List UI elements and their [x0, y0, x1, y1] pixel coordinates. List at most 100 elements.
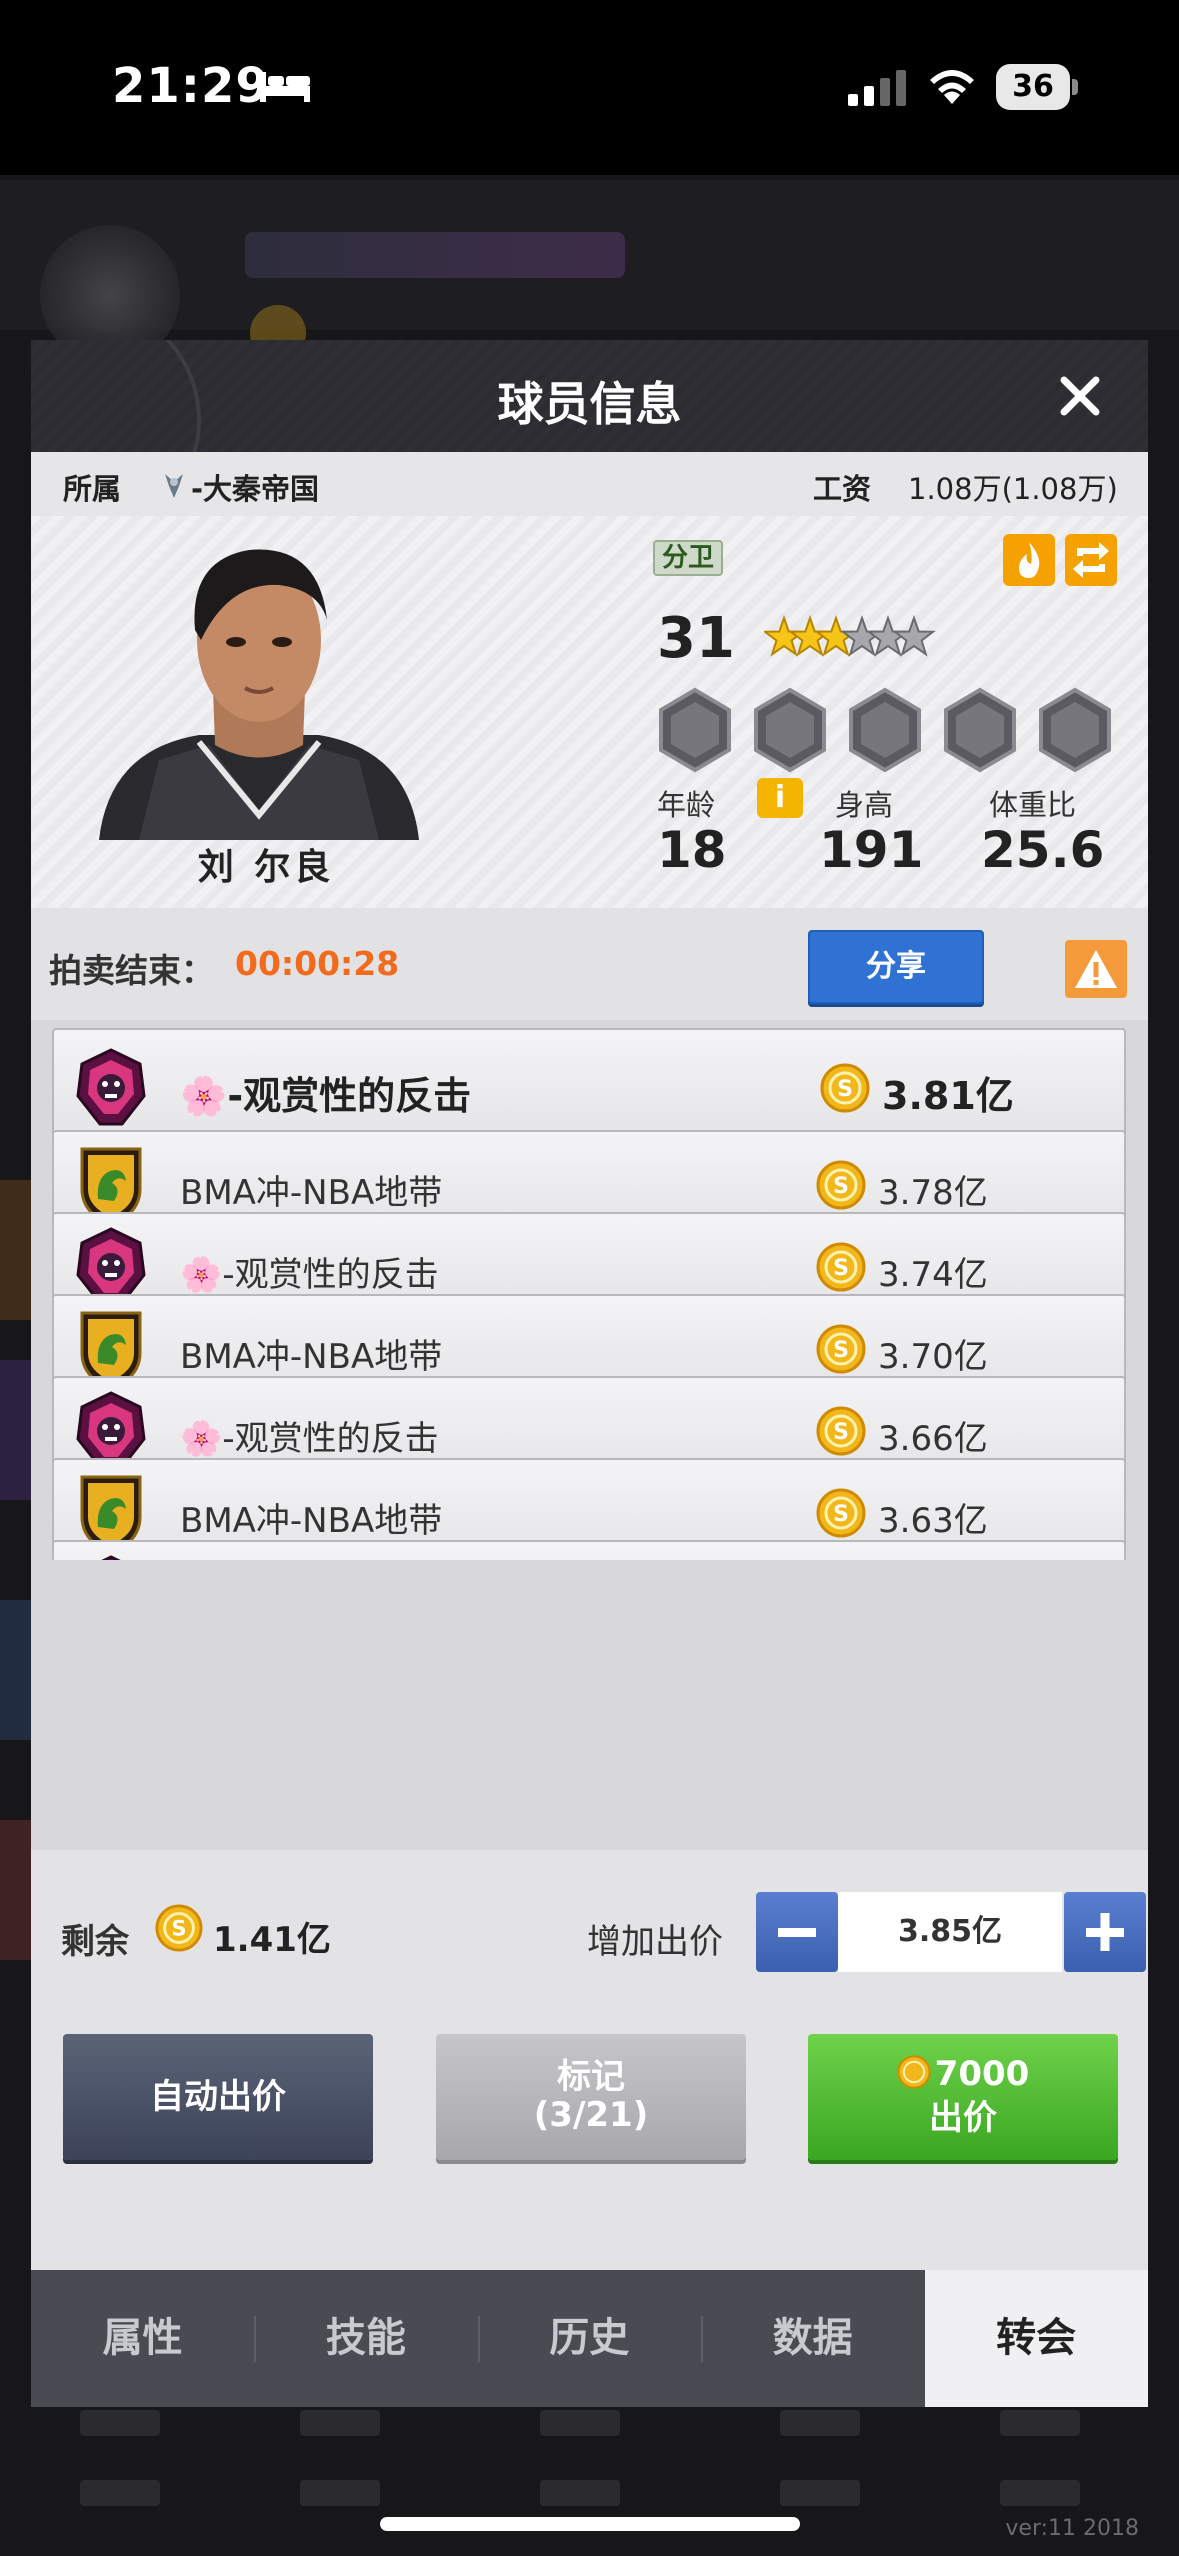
- status-bar: 21:29 36: [0, 0, 1179, 175]
- mark-button[interactable]: 标记 (3/21): [436, 2034, 746, 2160]
- coin-icon: S: [816, 1488, 866, 1538]
- auction-end-label: 拍卖结束：: [49, 951, 214, 990]
- clock: 21:29: [112, 58, 270, 114]
- offer-cost: 7000: [934, 2054, 1030, 2094]
- attribute-hexes: [655, 686, 1145, 776]
- version-label: ver:11 2018: [1005, 2516, 1139, 2541]
- hex-slot-icon: [659, 687, 731, 773]
- tab-transfer[interactable]: 转会: [924, 2270, 1148, 2407]
- bid-amount-field[interactable]: 3.85亿: [838, 1892, 1062, 1972]
- modal-header: 球员信息: [31, 340, 1148, 540]
- coin-icon: S: [816, 1324, 866, 1374]
- star-rating: [764, 614, 936, 657]
- team-name[interactable]: -大秦帝国: [191, 466, 319, 508]
- remaining-value: 1.41亿: [213, 1920, 331, 1960]
- mark-count: (3/21): [533, 2095, 649, 2135]
- bid-amount: 3.66亿: [878, 1418, 988, 1459]
- swap-icon[interactable]: [1065, 534, 1117, 586]
- hex-slot-icon: [944, 687, 1016, 773]
- home-indicator[interactable]: [380, 2517, 800, 2531]
- weight-ratio-value: 25.6: [981, 821, 1105, 879]
- bid-amount: 3.81亿: [882, 1074, 1014, 1119]
- height-label: 身高: [835, 788, 894, 822]
- player-portrait: [99, 549, 419, 840]
- hex-slot-icon: [849, 687, 921, 773]
- age-value: 18: [657, 821, 727, 879]
- height-value: 191: [819, 821, 924, 879]
- raise-bid-label: 增加出价: [587, 1922, 723, 1962]
- coin-icon: S: [816, 1242, 866, 1292]
- tab-history[interactable]: 历史: [478, 2270, 701, 2407]
- background-title: [245, 232, 625, 278]
- tab-stats[interactable]: 数据: [701, 2270, 924, 2407]
- bidder-name: BMA冲-NBA地带: [180, 1336, 443, 1377]
- bid-amount: 3.70亿: [878, 1336, 988, 1377]
- svg-text:S: S: [833, 1174, 849, 1199]
- bid-row-partial[interactable]: [52, 1540, 1126, 1560]
- fire-icon[interactable]: [1003, 534, 1055, 586]
- bidder-name: 🌸-观赏性的反击: [180, 1418, 439, 1459]
- player-card: 刘 尔良 分卫 31 年龄 i 身高 体重比 18 191 25.6: [31, 516, 1148, 908]
- svg-text:S: S: [833, 1256, 849, 1281]
- tab-attributes[interactable]: 属性: [31, 2270, 254, 2407]
- increase-bid-button[interactable]: [1064, 1892, 1146, 1972]
- wifi-icon: [930, 70, 974, 104]
- svg-text:S: S: [833, 1420, 849, 1445]
- coin-icon: S: [820, 1063, 870, 1113]
- bid-amount: 3.74亿: [878, 1254, 988, 1295]
- affiliation-strip: 所属 -大秦帝国 工资 1.08万(1.08万): [31, 452, 1148, 516]
- warning-icon[interactable]: [1065, 940, 1127, 998]
- coin-icon: [897, 2055, 931, 2089]
- hex-slot-icon: [1039, 687, 1111, 773]
- remaining-label: 剩余: [61, 1922, 129, 1962]
- battery-icon: 36: [996, 64, 1078, 110]
- tab-bar: 属性 技能 历史 数据 转会: [31, 2270, 1148, 2407]
- weight-ratio-label: 体重比: [989, 788, 1077, 822]
- salary-value: 1.08万(1.08万): [908, 472, 1118, 506]
- bid-amount: 3.63亿: [878, 1500, 988, 1541]
- overall-rating: 31: [657, 606, 735, 671]
- bid-list[interactable]: 🌸-观赏性的反击 S 3.81亿 BMA冲-NBA地带 S 3.78亿 🌸-观赏性的反击 S 3…: [31, 1020, 1148, 1560]
- mark-label: 标记: [557, 2057, 625, 2097]
- svg-text:S: S: [833, 1502, 849, 1527]
- team-crest-icon: [74, 1044, 148, 1132]
- player-name: 刘 尔良: [197, 847, 335, 888]
- team-emblem-icon: [165, 474, 183, 498]
- place-bid-button[interactable]: 7000 出价: [808, 2034, 1118, 2160]
- coin-icon: S: [816, 1160, 866, 1210]
- bid-controls: 剩余 S 1.41亿 增加出价 3.85亿 自动出价 标记 (3/21) 700…: [31, 1850, 1148, 2270]
- close-icon[interactable]: [1052, 368, 1108, 424]
- auction-timer: 00:00:28: [235, 944, 400, 983]
- bidder-name: 🌸-观赏性的反击: [180, 1254, 439, 1295]
- hex-slot-icon: [754, 687, 826, 773]
- offer-label: 出价: [929, 2098, 997, 2138]
- bidder-name: BMA冲-NBA地带: [180, 1500, 443, 1541]
- offer-cost-row: 7000: [808, 2052, 1118, 2096]
- star-empty-icon: [892, 614, 936, 657]
- info-icon[interactable]: i: [757, 778, 803, 818]
- player-info-modal: 球员信息 所属 -大秦帝国 工资 1.08万(1.08万) 刘 尔良 分卫 31…: [31, 340, 1148, 2407]
- modal-title: 球员信息: [497, 377, 682, 431]
- position-badge: 分卫: [653, 540, 723, 576]
- team-crest-icon: [74, 1551, 148, 1560]
- cellular-signal-icon: [848, 70, 906, 106]
- bidder-name: 🌸-观赏性的反击: [180, 1074, 472, 1119]
- age-label: 年龄: [657, 788, 716, 822]
- salary-label: 工资: [813, 472, 872, 506]
- svg-text:S: S: [833, 1338, 849, 1363]
- battery-level: 36: [996, 64, 1070, 110]
- bidder-name: BMA冲-NBA地带: [180, 1172, 443, 1213]
- bid-row-leading[interactable]: 🌸-观赏性的反击 S 3.81亿: [52, 1028, 1126, 1144]
- decrease-bid-button[interactable]: [756, 1892, 838, 1972]
- bid-amount: 3.78亿: [878, 1172, 988, 1213]
- share-button[interactable]: 分享: [808, 930, 984, 1004]
- tab-divider: [254, 2316, 257, 2362]
- tab-skills[interactable]: 技能: [254, 2270, 477, 2407]
- auto-bid-button[interactable]: 自动出价: [63, 2034, 373, 2160]
- tab-divider: [477, 2316, 480, 2362]
- bed-icon: [260, 72, 310, 102]
- svg-text:S: S: [171, 1916, 186, 1941]
- auction-bar: 拍卖结束： 00:00:28 分享: [31, 908, 1148, 1020]
- coin-icon: S: [816, 1406, 866, 1456]
- affiliation-label: 所属: [63, 472, 122, 506]
